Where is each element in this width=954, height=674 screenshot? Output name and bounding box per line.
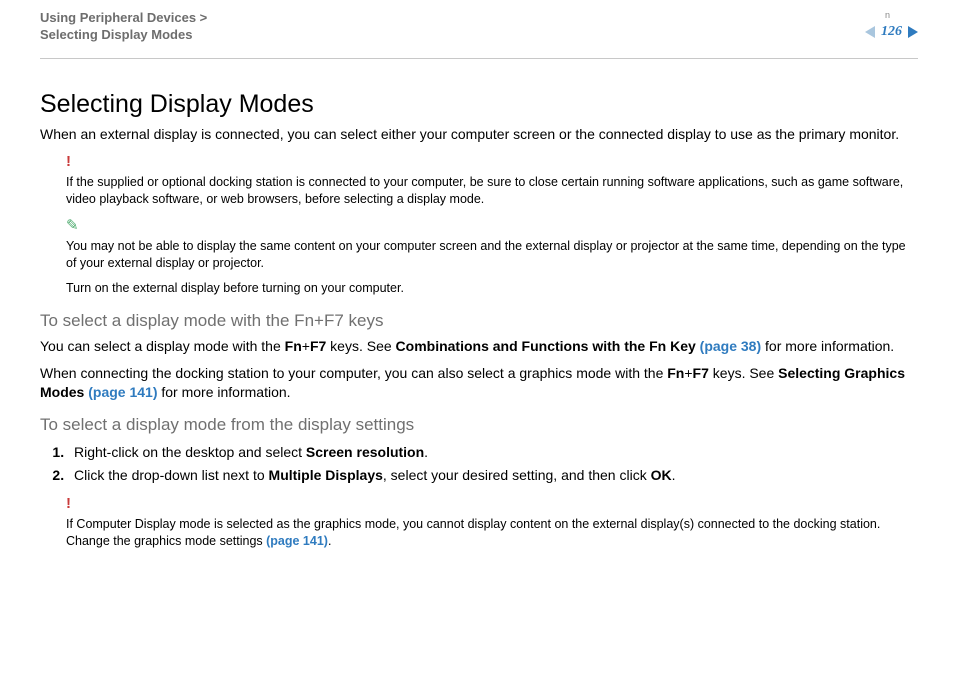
- warning-text-post: .: [328, 534, 331, 548]
- paragraph-docking: When connecting the docking station to y…: [40, 364, 918, 402]
- page-number: 126: [881, 24, 902, 40]
- text-span: keys. See: [326, 338, 395, 354]
- text-span: +: [684, 365, 692, 381]
- text-span: keys. See: [709, 365, 778, 381]
- text-span: +: [302, 338, 310, 354]
- header: n Using Peripheral Devices > Selecting D…: [40, 10, 918, 59]
- text-bold: Screen resolution: [306, 444, 424, 460]
- tip-text: You may not be able to display the same …: [66, 239, 906, 270]
- pager: 126: [865, 24, 918, 40]
- step-1: Right-click on the desktop and select Sc…: [68, 441, 918, 463]
- text-span: When connecting the docking station to y…: [40, 365, 667, 381]
- text-bold: F7: [310, 338, 326, 354]
- text-span: for more information.: [157, 384, 290, 400]
- page-link-141a[interactable]: (page 141): [88, 384, 157, 400]
- breadcrumb-parent: Using Peripheral Devices >: [40, 10, 918, 25]
- intro-paragraph: When an external display is connected, y…: [40, 125, 918, 144]
- text-bold: Fn: [285, 338, 302, 354]
- content: Selecting Display Modes When an external…: [40, 90, 918, 556]
- warning-icon: !: [66, 494, 918, 514]
- text-span: , select your desired setting, and then …: [383, 467, 651, 483]
- warning-text-pre: If Computer Display mode is selected as …: [66, 517, 880, 548]
- text-bold: OK: [651, 467, 672, 483]
- tip-text-2: Turn on the external display before turn…: [66, 281, 404, 295]
- page-link-38[interactable]: (page 38): [700, 338, 761, 354]
- subheading-fn-f7: To select a display mode with the Fn+F7 …: [40, 311, 918, 331]
- step-2: Click the drop-down list next to Multipl…: [68, 464, 918, 486]
- text-span: You can select a display mode with the: [40, 338, 285, 354]
- warning-text: If the supplied or optional docking stat…: [66, 175, 903, 206]
- warning-note-2: ! If Computer Display mode is selected a…: [66, 494, 918, 550]
- warning-icon: !: [66, 152, 918, 172]
- page-title: Selecting Display Modes: [40, 90, 918, 119]
- steps-list: Right-click on the desktop and select Sc…: [40, 441, 918, 486]
- warning-note-1: ! If the supplied or optional docking st…: [66, 152, 918, 208]
- text-span: Click the drop-down list next to: [74, 467, 269, 483]
- text-span: Right-click on the desktop and select: [74, 444, 306, 460]
- paragraph-fn-f7: You can select a display mode with the F…: [40, 337, 918, 356]
- breadcrumb-current: Selecting Display Modes: [40, 27, 918, 42]
- text-span: .: [424, 444, 428, 460]
- tip-note: ✎ You may not be able to display the sam…: [66, 216, 918, 272]
- text-bold: Combinations and Functions with the Fn K…: [396, 338, 700, 354]
- prev-page-arrow-icon[interactable]: [865, 26, 875, 38]
- text-bold: F7: [693, 365, 709, 381]
- text-bold: Fn: [667, 365, 684, 381]
- text-bold: Multiple Displays: [269, 467, 383, 483]
- page-link-141b[interactable]: (page 141): [266, 534, 328, 548]
- text-span: for more information.: [761, 338, 894, 354]
- pencil-icon: ✎: [66, 216, 918, 236]
- tip-note-2: Turn on the external display before turn…: [66, 280, 918, 297]
- text-span: .: [672, 467, 676, 483]
- next-page-arrow-icon[interactable]: [908, 26, 918, 38]
- subheading-display-settings: To select a display mode from the displa…: [40, 415, 918, 435]
- n-mark: n: [885, 10, 890, 20]
